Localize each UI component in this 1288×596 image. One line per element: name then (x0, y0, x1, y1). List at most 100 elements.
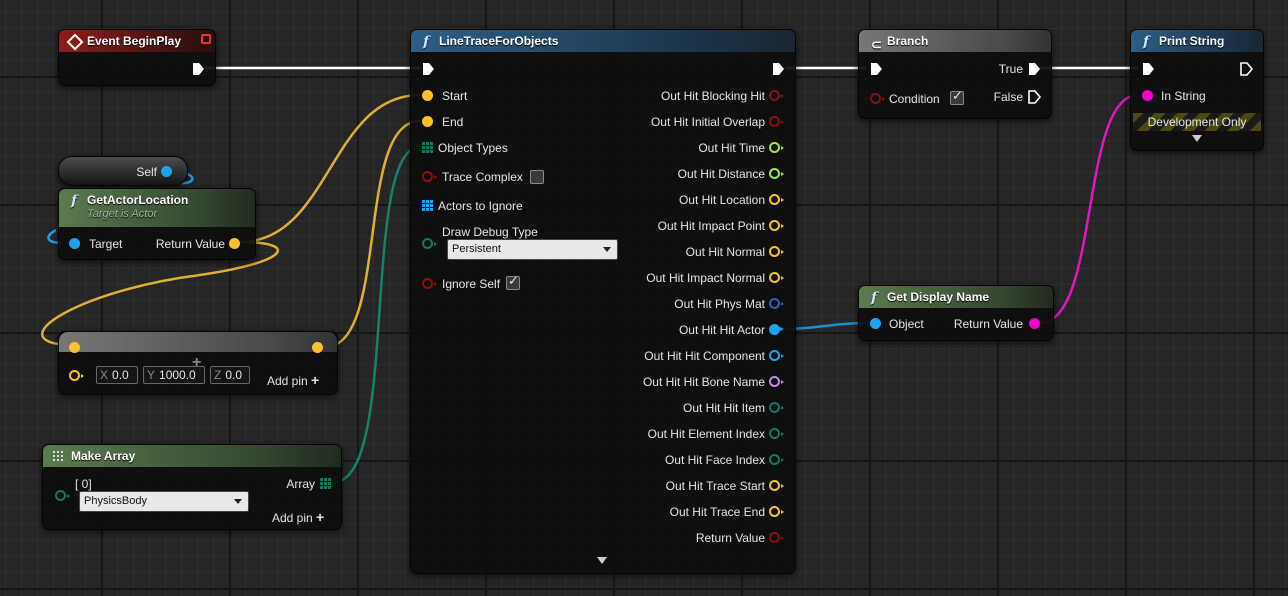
condition-checkbox[interactable] (950, 89, 964, 105)
get-actor-location-header: f GetActorLocation Target is Actor (59, 189, 255, 227)
output-pin[interactable] (769, 168, 784, 179)
exec-output-pin[interactable] (771, 62, 785, 76)
start-input-pin[interactable] (422, 90, 433, 101)
return-value-output-pin[interactable] (1029, 318, 1040, 329)
draw-debug-type-input-pin[interactable] (422, 238, 437, 249)
exec-input-pin[interactable] (421, 62, 435, 76)
return-value-output-pin[interactable] (229, 238, 240, 249)
function-icon: f (71, 193, 78, 209)
output-pin[interactable] (769, 376, 784, 387)
trace-complex-input-pin[interactable] (422, 171, 437, 182)
actors-to-ignore-label: Actors to Ignore (438, 199, 523, 213)
line-trace-for-objects-node[interactable]: f LineTraceForObjects Start End Object T… (410, 29, 796, 574)
output-pin[interactable] (769, 194, 784, 205)
false-label: False (993, 90, 1023, 104)
dropdown-value: PhysicsBody (84, 495, 147, 507)
actors-to-ignore-input-pin[interactable] (422, 200, 433, 211)
plus-icon: + (316, 509, 325, 525)
output-pin[interactable] (769, 142, 784, 153)
condition-input-pin[interactable] (870, 93, 885, 104)
y-axis-label: Y (147, 368, 156, 382)
array-element-input-pin[interactable] (55, 490, 70, 501)
breakpoint-icon[interactable] (201, 34, 211, 44)
branch-header: ⊂ Branch (859, 30, 1051, 52)
x-axis-label: X (100, 368, 109, 382)
get-actor-location-subtitle: Target is Actor (87, 208, 158, 220)
wire-location-to-start (239, 93, 421, 244)
false-exec-output-pin[interactable] (1027, 90, 1041, 104)
self-node[interactable]: Self (58, 156, 188, 186)
advanced-display-chevron-icon[interactable] (597, 557, 607, 564)
object-types-input-pin[interactable] (422, 142, 433, 153)
x-value: 0.0 (112, 368, 129, 382)
ignore-self-checkbox[interactable] (506, 274, 520, 290)
make-array-add-pin-button[interactable]: Add pin + (272, 510, 324, 525)
print-string-node[interactable]: f Print String In String Development Onl… (1130, 29, 1264, 151)
draw-debug-type-dropdown[interactable]: Persistent (447, 239, 618, 260)
output-label: Out Hit Element Index (647, 427, 765, 441)
in-string-label: In String (1161, 89, 1206, 103)
exec-input-pin[interactable] (869, 62, 883, 76)
output-pin[interactable] (769, 90, 784, 101)
output-pin[interactable] (769, 246, 784, 257)
advanced-display-chevron-icon[interactable] (1192, 135, 1202, 142)
output-pin[interactable] (769, 350, 784, 361)
true-exec-output-pin[interactable] (1027, 62, 1041, 76)
output-label: Out Hit Distance (677, 167, 765, 181)
get-display-name-node[interactable]: f Get Display Name Object Return Value (858, 285, 1054, 341)
add-vector-node[interactable]: + X 0.0 Y 1000.0 Z 0.0 Add pin + (58, 331, 338, 395)
output-pin[interactable] (769, 480, 784, 491)
ignore-self-input-pin[interactable] (422, 278, 437, 289)
get-actor-location-node[interactable]: f GetActorLocation Target is Actor Targe… (58, 188, 256, 260)
output-pin[interactable] (769, 324, 784, 335)
output-pin[interactable] (769, 532, 784, 543)
exec-input-pin[interactable] (1141, 62, 1155, 76)
add-vector-header (59, 332, 337, 352)
output-label: Out Hit Initial Overlap (650, 115, 765, 129)
make-array-node[interactable]: Make Array [ 0] PhysicsBody Array Add pi… (42, 444, 342, 530)
branch-node[interactable]: ⊂ Branch True Condition False (858, 29, 1052, 119)
array-output-pin[interactable] (320, 478, 331, 489)
trace-complex-checkbox[interactable] (530, 170, 544, 184)
y-value-field[interactable]: Y 1000.0 (143, 366, 205, 384)
add-input-b-pin[interactable] (69, 370, 84, 381)
make-array-title: Make Array (71, 449, 136, 463)
output-pin[interactable] (769, 402, 784, 413)
self-output-pin[interactable] (161, 166, 172, 177)
target-input-pin[interactable] (69, 238, 80, 249)
object-input-pin[interactable] (870, 318, 881, 329)
draw-debug-value: Persistent (452, 243, 501, 255)
z-value-field[interactable]: Z 0.0 (210, 366, 250, 384)
return-value-label: Return Value (953, 317, 1023, 331)
output-label: Out Hit Normal (685, 245, 765, 259)
output-pin[interactable] (769, 506, 784, 517)
get-display-name-header: f Get Display Name (859, 286, 1053, 308)
physics-body-dropdown[interactable]: PhysicsBody (79, 491, 249, 512)
event-beginplay-node[interactable]: Event BeginPlay (58, 29, 216, 86)
exec-output-pin[interactable] (1239, 62, 1253, 76)
output-label: Out Hit Impact Normal (646, 271, 765, 285)
object-label: Object (889, 317, 924, 331)
output-pin[interactable] (769, 454, 784, 465)
make-array-header: Make Array (43, 445, 341, 467)
output-label: Out Hit Location (678, 193, 765, 207)
add-output-pin[interactable] (312, 342, 323, 353)
draw-debug-type-label: Draw Debug Type (442, 225, 538, 239)
add-pin-button[interactable]: Add pin + (267, 373, 319, 388)
add-input-a-pin[interactable] (69, 342, 80, 353)
self-label: Self (136, 165, 157, 179)
x-value-field[interactable]: X 0.0 (96, 366, 138, 384)
line-trace-title: LineTraceForObjects (439, 34, 559, 48)
exec-output-pin[interactable] (191, 62, 205, 76)
in-string-input-pin[interactable] (1142, 90, 1153, 101)
output-pin[interactable] (769, 428, 784, 439)
output-pin[interactable] (769, 220, 784, 231)
array-grid-icon (53, 451, 63, 461)
output-pin[interactable] (769, 272, 784, 283)
end-input-pin[interactable] (422, 116, 433, 127)
output-label: Out Hit Hit Actor (678, 323, 765, 337)
event-diamond-icon (66, 33, 84, 51)
chevron-down-icon (234, 499, 242, 504)
output-pin[interactable] (769, 116, 784, 127)
output-pin[interactable] (769, 298, 784, 309)
